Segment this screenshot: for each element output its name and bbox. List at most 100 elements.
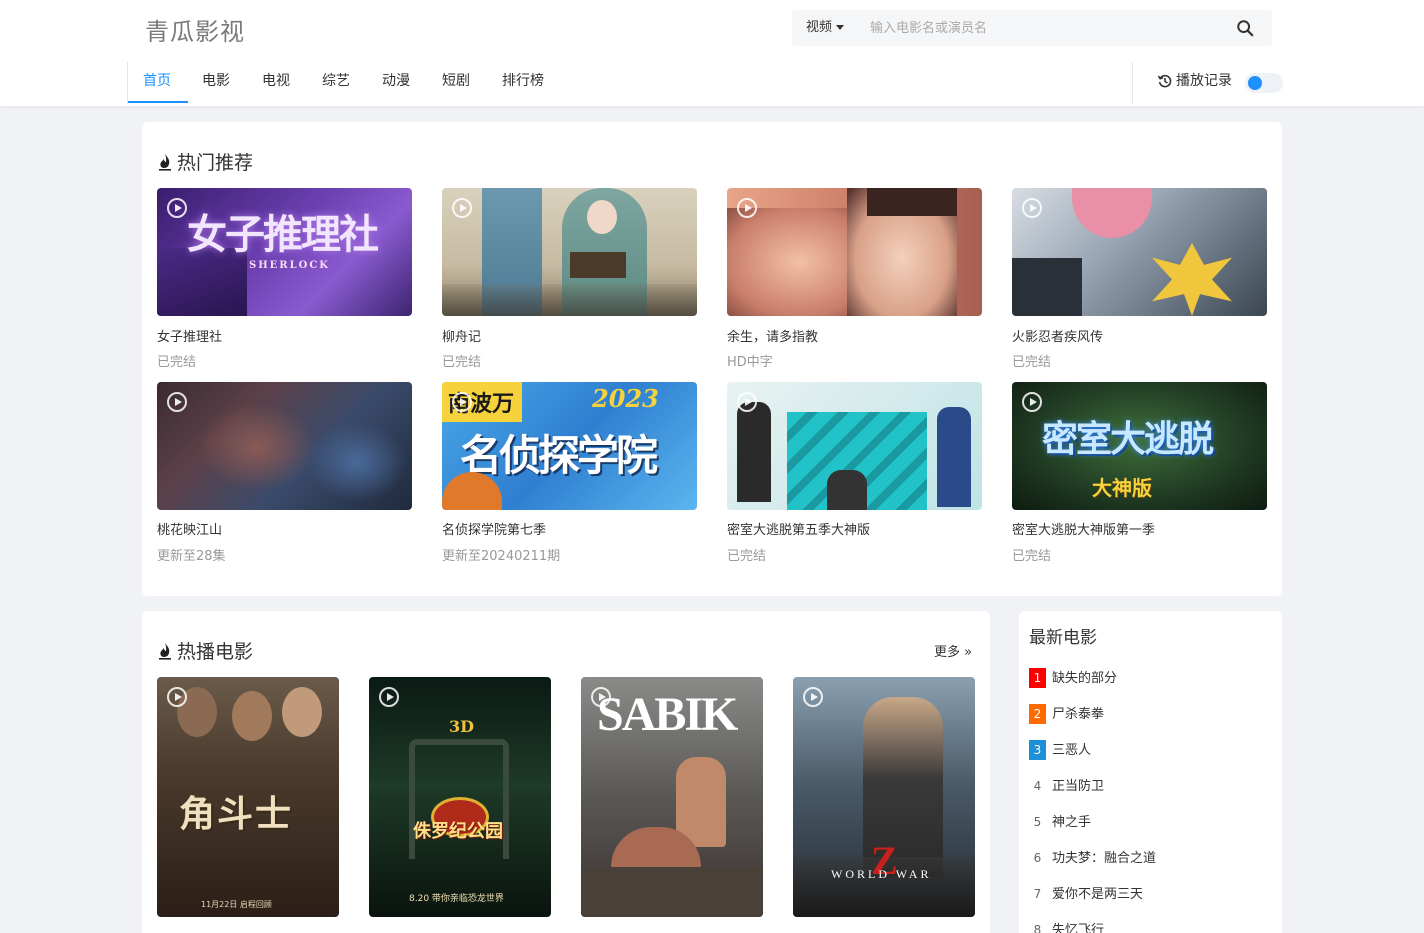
- video-thumbnail[interactable]: [727, 188, 982, 316]
- nav-active-underline: [128, 101, 188, 103]
- video-title[interactable]: 余生，请多指教: [727, 326, 818, 345]
- video-status: 已完结: [1012, 549, 1052, 564]
- flame-icon: [159, 643, 171, 660]
- rank-number: 5: [1033, 815, 1042, 829]
- poster-title-art: 女子推理社: [187, 211, 379, 258]
- main-nav: 首页 电影 电视 综艺 动漫 短剧 排行榜: [127, 62, 544, 104]
- video-thumbnail[interactable]: 南波万 2023 名侦探学院: [442, 382, 697, 510]
- video-thumbnail[interactable]: [442, 188, 697, 316]
- play-history[interactable]: 播放记录: [1132, 62, 1287, 104]
- more-link[interactable]: 更多 »: [934, 641, 972, 660]
- rank-title: 缺失的部分: [1052, 671, 1118, 686]
- toggle-knob: [1248, 76, 1262, 90]
- video-status: 已完结: [157, 355, 197, 370]
- nav-short-drama[interactable]: 短剧: [442, 62, 470, 100]
- movie-poster[interactable]: SABIK: [581, 677, 763, 917]
- play-icon: [379, 687, 399, 707]
- poster-title-art: 角斗士: [179, 793, 294, 835]
- play-icon: [167, 198, 187, 218]
- video-title[interactable]: 火影忍者疾风传: [1012, 326, 1103, 345]
- poster-title-art: 名侦探学院: [460, 431, 658, 480]
- play-icon: [1022, 392, 1042, 412]
- video-status: 已完结: [727, 549, 767, 564]
- video-status: HD中字: [727, 355, 773, 370]
- nav-movie[interactable]: 电影: [202, 62, 230, 100]
- rank-title: 失忆飞行: [1052, 923, 1105, 933]
- nav-anime[interactable]: 动漫: [382, 62, 410, 100]
- rank-item[interactable]: 7 爱你不是两三天: [1029, 883, 1143, 905]
- poster-title-art: 侏罗纪公园: [413, 821, 503, 842]
- nav-tv[interactable]: 电视: [262, 62, 290, 100]
- play-icon: [737, 198, 757, 218]
- play-icon: [1022, 198, 1042, 218]
- video-title[interactable]: 名侦探学院第七季: [442, 519, 546, 538]
- rank-number: 1: [1029, 668, 1046, 688]
- video-thumbnail[interactable]: 密室大逃脱 大神版: [1012, 382, 1267, 510]
- video-status: 已完结: [1012, 355, 1052, 370]
- nav-ranking[interactable]: 排行榜: [502, 62, 544, 100]
- poster-subtitle-art: 8.20 带你亲临恐龙世界: [409, 894, 504, 904]
- search-icon[interactable]: [1236, 19, 1254, 37]
- rank-number: 8: [1033, 923, 1042, 933]
- video-thumbnail[interactable]: [157, 382, 412, 510]
- latest-movies-panel: 最新电影 1 缺失的部分 2 尸杀泰拳 3 三恶人 4 正当防卫 5 神之手 6 功夫梦：融…: [1019, 611, 1282, 933]
- video-thumbnail[interactable]: [1012, 188, 1267, 316]
- video-title[interactable]: 密室大逃脱大神版第一季: [1012, 519, 1155, 538]
- rank-title: 爱你不是两三天: [1052, 887, 1144, 902]
- nav-variety[interactable]: 综艺: [322, 62, 350, 100]
- video-status: 更新至20240211期: [442, 549, 561, 564]
- poster-subtitle-art: 11月22日 启程回顾: [201, 900, 272, 909]
- video-title[interactable]: 密室大逃脱第五季大神版: [727, 519, 870, 538]
- site-header: 青瓜影视 视频 首页 电影 电视 综艺 动漫 短剧 排行榜 播放记录: [0, 0, 1424, 106]
- video-title[interactable]: 桃花映江山: [157, 519, 222, 538]
- section-title-movies: 热播电影: [157, 637, 253, 664]
- rank-item[interactable]: 8 失忆飞行: [1029, 919, 1104, 933]
- poster-top-art: 3D: [449, 717, 475, 736]
- movie-poster[interactable]: 3D 侏罗纪公园 8.20 带你亲临恐龙世界: [369, 677, 551, 917]
- rank-title: 功夫梦：融合之道: [1052, 851, 1157, 866]
- rank-item[interactable]: 5 神之手: [1029, 811, 1091, 833]
- latest-movies-title: 最新电影: [1029, 628, 1097, 648]
- search-input[interactable]: [870, 10, 1210, 46]
- history-label: 播放记录: [1176, 73, 1232, 89]
- chevron-down-icon: [836, 25, 845, 30]
- video-status: 更新至28集: [157, 549, 226, 564]
- video-title[interactable]: 柳舟记: [442, 326, 481, 345]
- rank-number: 6: [1033, 851, 1042, 865]
- section-title-movies-text: 热播电影: [177, 641, 254, 663]
- site-logo[interactable]: 青瓜影视: [145, 12, 245, 47]
- rank-item[interactable]: 3 三恶人: [1029, 739, 1091, 761]
- poster-subtitle-art: 大神版: [1092, 476, 1152, 500]
- rank-number: 2: [1029, 704, 1046, 724]
- poster-year-art: 2023: [592, 384, 659, 413]
- section-title-hot-text: 热门推荐: [177, 152, 254, 174]
- flame-icon: [159, 154, 171, 171]
- rank-title: 尸杀泰拳: [1052, 707, 1105, 722]
- play-icon: [167, 392, 187, 412]
- search-type-label: 视频: [806, 20, 833, 35]
- video-thumbnail[interactable]: [727, 382, 982, 510]
- rank-item[interactable]: 4 正当防卫: [1029, 775, 1104, 797]
- video-title[interactable]: 女子推理社: [157, 326, 222, 345]
- rank-item[interactable]: 1 缺失的部分: [1029, 667, 1117, 689]
- rank-number: 7: [1033, 887, 1042, 901]
- poster-subtitle-art: SHERLOCK: [249, 260, 330, 271]
- poster-title-art: 密室大逃脱: [1042, 418, 1214, 460]
- play-icon: [591, 687, 611, 707]
- play-icon: [167, 687, 187, 707]
- movie-poster[interactable]: Z WORLD WAR: [793, 677, 975, 917]
- rank-title: 三恶人: [1052, 743, 1092, 758]
- rank-item[interactable]: 6 功夫梦：融合之道: [1029, 847, 1156, 869]
- search-type-dropdown[interactable]: 视频: [806, 10, 845, 46]
- video-thumbnail[interactable]: 女子推理社 SHERLOCK: [157, 188, 412, 316]
- theme-toggle[interactable]: [1245, 73, 1283, 93]
- hot-recommend-panel: 热门推荐 女子推理社 SHERLOCK 女子推理社 已完结 柳舟记 已完结 余生…: [142, 122, 1282, 596]
- nav-home[interactable]: 首页: [143, 62, 171, 100]
- rank-title: 神之手: [1052, 815, 1092, 830]
- rank-item[interactable]: 2 尸杀泰拳: [1029, 703, 1104, 725]
- play-icon: [737, 392, 757, 412]
- poster-subtitle-art: WORLD WAR: [831, 867, 932, 881]
- movie-poster[interactable]: 角斗士 11月22日 启程回顾: [157, 677, 339, 917]
- play-icon: [452, 198, 472, 218]
- poster-title-art: SABIK: [597, 688, 738, 741]
